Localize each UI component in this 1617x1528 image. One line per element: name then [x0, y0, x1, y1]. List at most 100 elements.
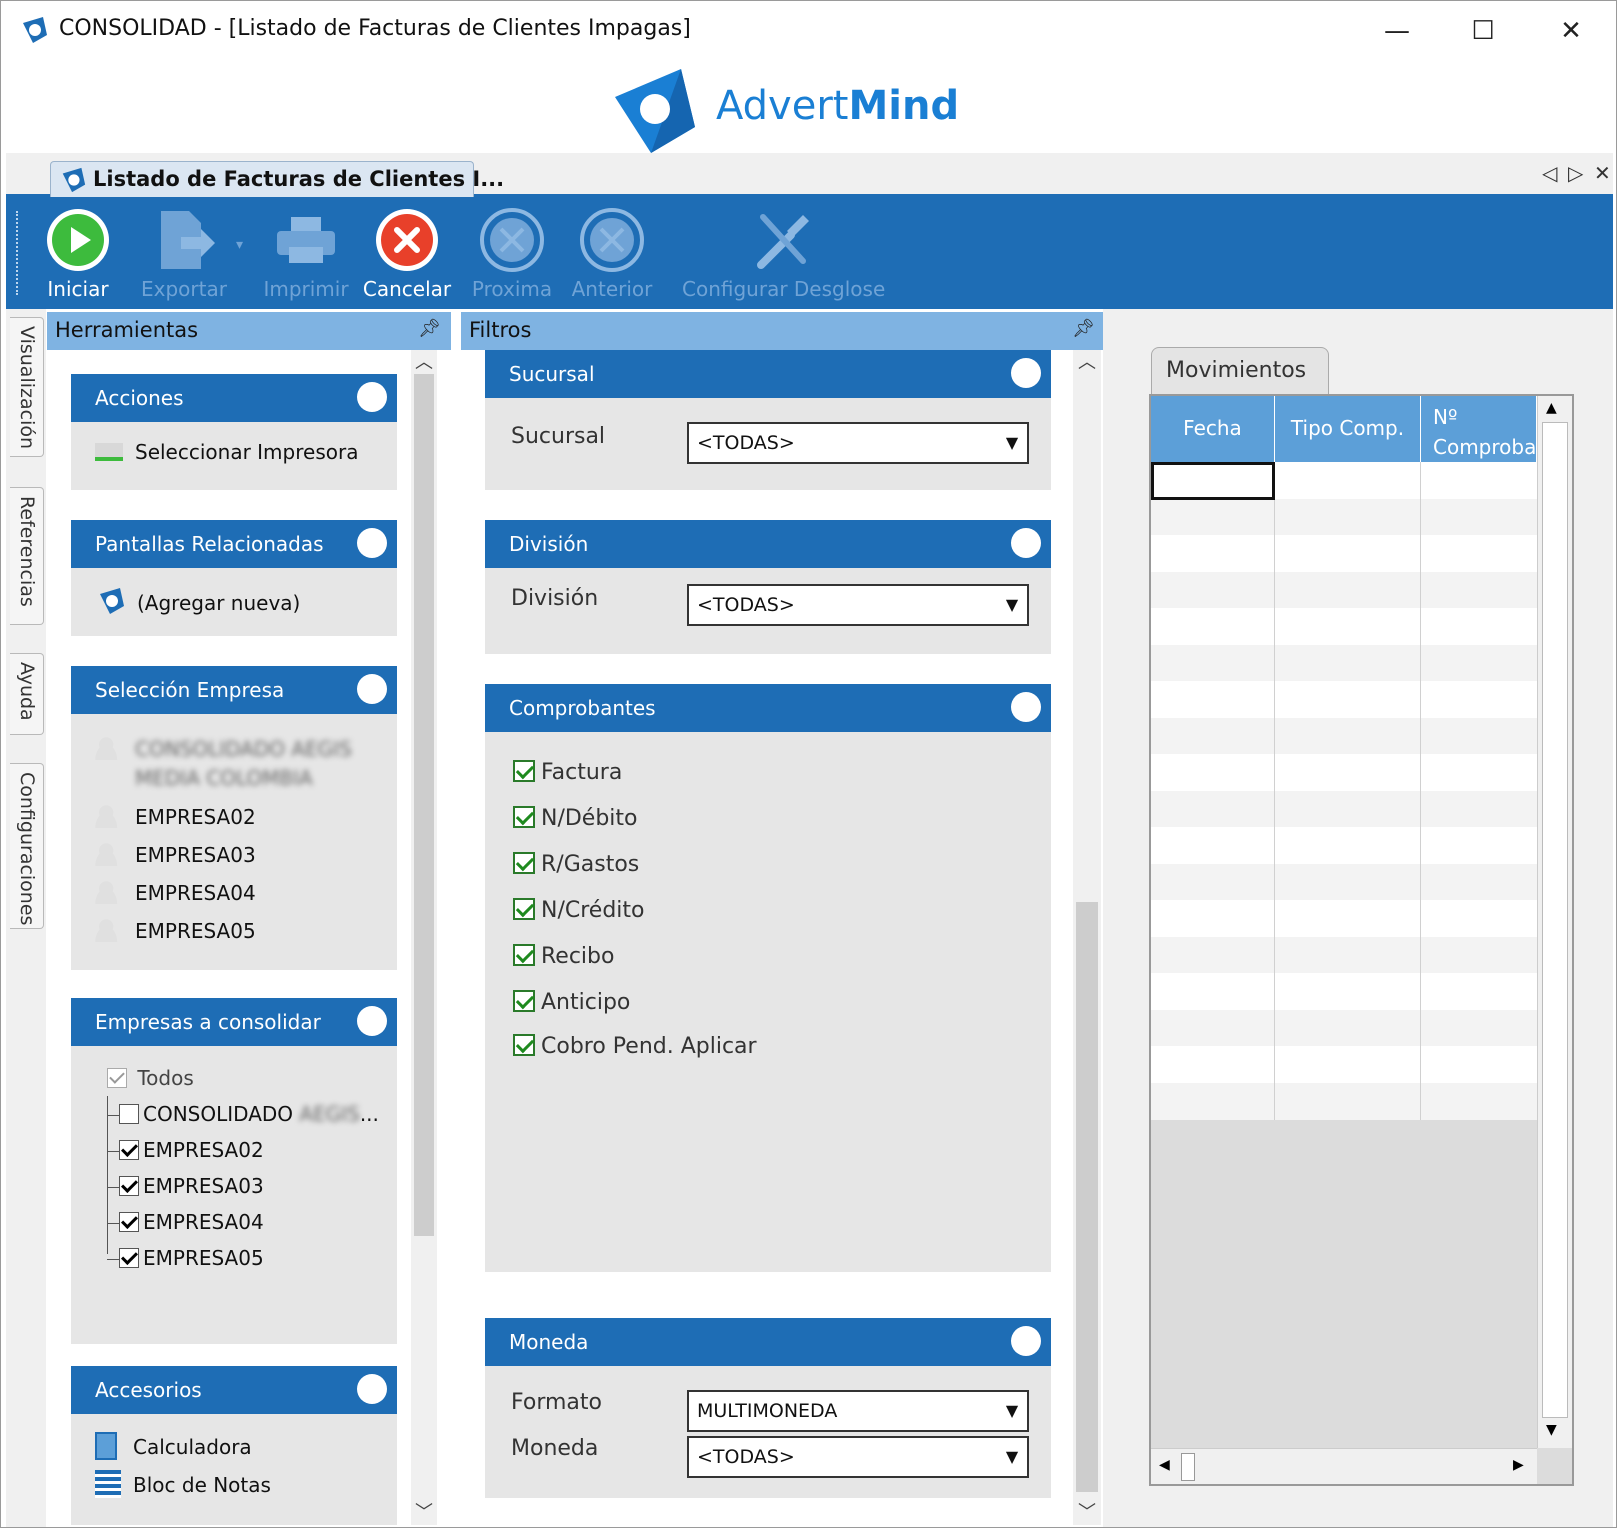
- column-header-nro-comprobante[interactable]: Nº Comproba: [1421, 396, 1537, 462]
- checkbox[interactable]: [513, 990, 535, 1012]
- division-select[interactable]: <TODAS> ▼: [687, 584, 1029, 626]
- table-row[interactable]: [1151, 1082, 1537, 1120]
- ncredito-checkbox[interactable]: N/Crédito: [513, 898, 645, 923]
- scrollbar-thumb[interactable]: [1076, 902, 1098, 1492]
- collapse-icon[interactable]: [357, 674, 387, 704]
- dropdown-arrow-icon[interactable]: ▼: [997, 586, 1027, 624]
- seleccion-empresa-header[interactable]: Selección Empresa: [71, 666, 397, 714]
- consolidar-empresa02-checkbox[interactable]: EMPRESA02: [107, 1138, 264, 1162]
- dropdown-arrow-icon[interactable]: ▼: [997, 1392, 1027, 1430]
- tab-movimientos[interactable]: Movimientos: [1151, 347, 1329, 395]
- tab-close-icon[interactable]: ✕: [1594, 161, 1611, 185]
- table-row[interactable]: [1151, 1046, 1537, 1083]
- grid-vertical-scrollbar[interactable]: ▲ ▼: [1537, 396, 1572, 1448]
- herramientas-scrollbar[interactable]: ︿ ﹀: [411, 350, 437, 1525]
- table-row[interactable]: [1151, 863, 1537, 901]
- division-header[interactable]: División: [485, 520, 1051, 568]
- cobro-pend-aplicar-checkbox[interactable]: Cobro Pend. Aplicar: [513, 1034, 757, 1059]
- side-tab-visualizacion[interactable]: Visualización: [10, 317, 44, 457]
- scroll-up-icon[interactable]: ︿: [415, 350, 433, 374]
- calculadora-item[interactable]: Calculadora: [95, 1432, 252, 1460]
- collapse-icon[interactable]: [357, 528, 387, 558]
- accesorios-header[interactable]: Accesorios: [71, 1366, 397, 1414]
- acciones-header[interactable]: Acciones: [71, 374, 397, 422]
- scroll-left-icon[interactable]: ◀: [1159, 1457, 1170, 1473]
- collapse-icon[interactable]: [1011, 1326, 1041, 1356]
- sucursal-select[interactable]: <TODAS> ▼: [687, 422, 1029, 464]
- moneda-header[interactable]: Moneda: [485, 1318, 1051, 1366]
- anticipo-checkbox[interactable]: Anticipo: [513, 990, 630, 1015]
- table-row[interactable]: [1151, 790, 1537, 828]
- ndebito-checkbox[interactable]: N/Débito: [513, 806, 638, 831]
- empresa-item-04[interactable]: EMPRESA04: [95, 880, 256, 905]
- collapse-icon[interactable]: [357, 1374, 387, 1404]
- table-row[interactable]: [1151, 936, 1537, 974]
- anterior-button[interactable]: Anterior: [564, 205, 660, 301]
- exportar-button[interactable]: Exportar: [134, 205, 234, 301]
- cancelar-button[interactable]: Cancelar: [362, 205, 452, 301]
- side-tab-ayuda[interactable]: Ayuda: [10, 653, 44, 735]
- configurar-desglose-button[interactable]: Configurar Desglose: [682, 205, 885, 301]
- collapse-icon[interactable]: [357, 382, 387, 412]
- todos-checkbox[interactable]: Todos: [107, 1066, 194, 1090]
- pin-icon[interactable]: 📌︎: [1072, 318, 1095, 339]
- checkbox[interactable]: [513, 1034, 535, 1056]
- agregar-nueva-item[interactable]: (Agregar nueva): [95, 586, 300, 616]
- checkbox[interactable]: [119, 1212, 139, 1232]
- dropdown-arrow-icon[interactable]: ▼: [997, 1438, 1027, 1476]
- comprobantes-header[interactable]: Comprobantes: [485, 684, 1051, 732]
- checkbox[interactable]: [119, 1176, 139, 1196]
- collapse-icon[interactable]: [1011, 528, 1041, 558]
- scroll-down-icon[interactable]: ﹀: [415, 1498, 433, 1524]
- collapse-icon[interactable]: [357, 1006, 387, 1036]
- formato-select[interactable]: MULTIMONEDA ▼: [687, 1390, 1029, 1432]
- table-row[interactable]: [1151, 754, 1537, 791]
- table-row[interactable]: [1151, 571, 1537, 609]
- column-header-fecha[interactable]: Fecha: [1151, 396, 1275, 462]
- rgastos-checkbox[interactable]: R/Gastos: [513, 852, 639, 877]
- checkbox[interactable]: [119, 1140, 139, 1160]
- empresa-item-03[interactable]: EMPRESA03: [95, 842, 256, 867]
- bloc-notas-item[interactable]: Bloc de Notas: [95, 1470, 271, 1498]
- pin-icon[interactable]: 📌︎: [418, 318, 441, 339]
- filtros-scrollbar[interactable]: ︿ ﹀: [1073, 350, 1101, 1525]
- dropdown-arrow-icon[interactable]: ▼: [997, 424, 1027, 462]
- table-row[interactable]: [1151, 644, 1537, 682]
- maximize-button[interactable]: ☐: [1463, 11, 1503, 51]
- table-row[interactable]: [1151, 1009, 1537, 1047]
- side-tab-configuraciones[interactable]: Configuraciones: [10, 763, 44, 929]
- tab-scroll-right-icon[interactable]: ▷: [1568, 161, 1583, 185]
- scroll-down-icon[interactable]: ▼: [1546, 1422, 1557, 1438]
- tab-scroll-left-icon[interactable]: ◁: [1542, 161, 1557, 185]
- table-row[interactable]: [1151, 900, 1537, 937]
- exportar-dropdown-icon[interactable]: ▾: [236, 237, 243, 253]
- table-row[interactable]: [1151, 608, 1537, 645]
- close-button[interactable]: ✕: [1551, 11, 1591, 51]
- column-header-tipo-comp[interactable]: Tipo Comp.: [1275, 396, 1421, 462]
- seleccionar-impresora-item[interactable]: Seleccionar Impresora: [95, 440, 358, 464]
- scrollbar-thumb[interactable]: [1181, 1453, 1195, 1481]
- document-tab[interactable]: Listado de Facturas de Clientes I...: [50, 161, 504, 197]
- consolidado-checkbox[interactable]: CONSOLIDADO AEGIS...: [107, 1102, 379, 1126]
- imprimir-button[interactable]: Imprimir: [256, 205, 356, 301]
- empresas-consolidar-header[interactable]: Empresas a consolidar: [71, 998, 397, 1046]
- consolidar-empresa03-checkbox[interactable]: EMPRESA03: [107, 1174, 264, 1198]
- sucursal-header[interactable]: Sucursal: [485, 350, 1051, 398]
- scroll-down-icon[interactable]: ﹀: [1078, 1498, 1096, 1524]
- scroll-up-icon[interactable]: ▲: [1546, 400, 1557, 416]
- toolbar-grip[interactable]: [16, 211, 18, 295]
- proxima-button[interactable]: Proxima: [464, 205, 560, 301]
- iniciar-button[interactable]: Iniciar: [38, 205, 118, 301]
- scroll-right-icon[interactable]: ▶: [1513, 1457, 1524, 1473]
- table-row[interactable]: [1151, 717, 1537, 755]
- movimientos-grid[interactable]: Fecha Tipo Comp. Nº Comproba ▲ ▼ ◀ ▶: [1149, 394, 1574, 1486]
- scroll-up-icon[interactable]: ︿: [1078, 350, 1096, 374]
- empresa-item-02[interactable]: EMPRESA02: [95, 804, 256, 829]
- checkbox[interactable]: [119, 1104, 139, 1124]
- checkbox[interactable]: [513, 898, 535, 920]
- scrollbar-thumb[interactable]: [1542, 422, 1568, 1418]
- moneda-select[interactable]: <TODAS> ▼: [687, 1436, 1029, 1478]
- table-row[interactable]: [1151, 498, 1537, 536]
- consolidar-empresa05-checkbox[interactable]: EMPRESA05: [107, 1246, 264, 1270]
- scrollbar-thumb[interactable]: [414, 374, 434, 1236]
